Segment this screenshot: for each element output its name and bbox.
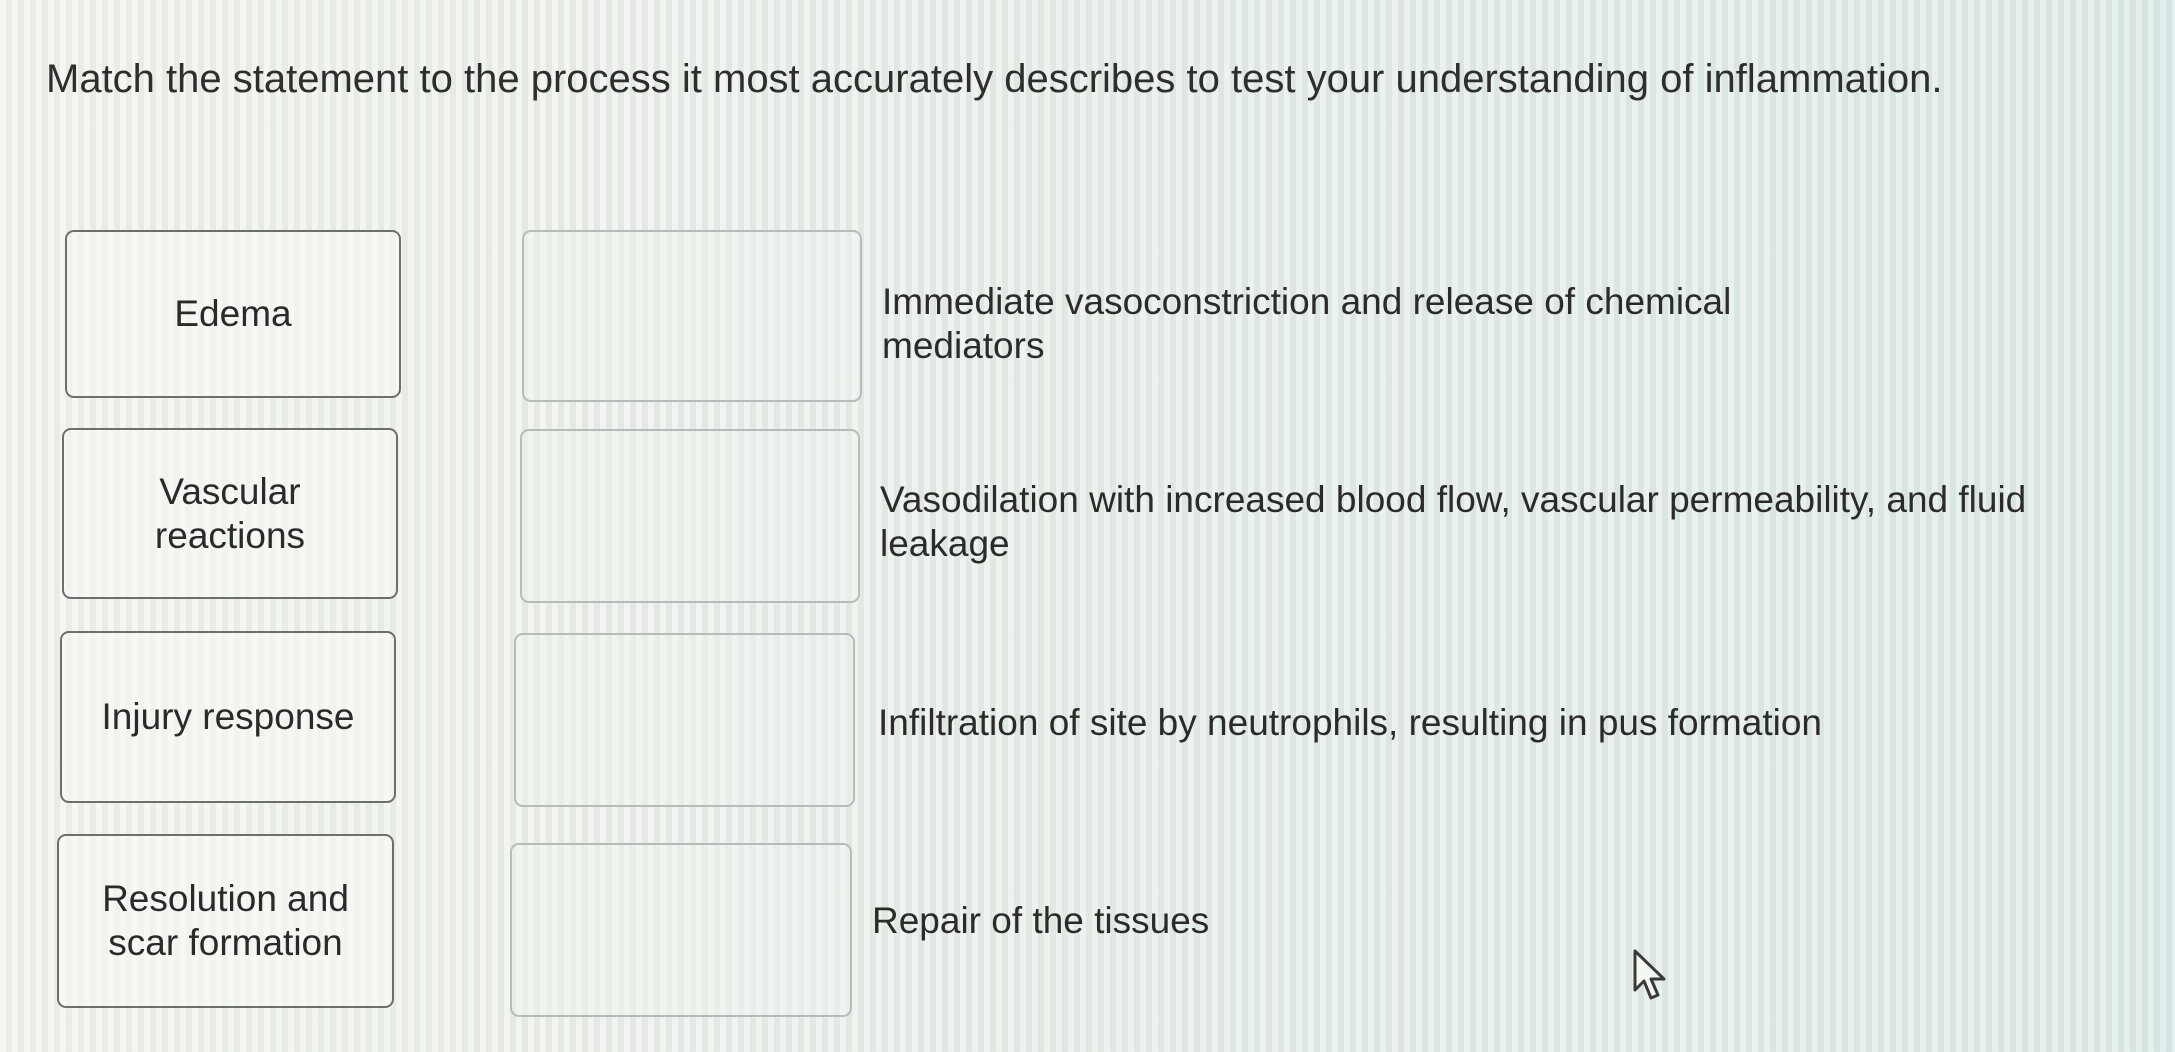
term-card-resolution-and-scar-formation[interactable]: Resolution and scar formation bbox=[57, 834, 394, 1008]
question-prompt: Match the statement to the process it mo… bbox=[46, 57, 1943, 101]
statement-4: Repair of the tissues bbox=[872, 900, 1210, 941]
term-card-edema[interactable]: Edema bbox=[65, 230, 401, 398]
drop-slot-1[interactable] bbox=[522, 230, 862, 402]
statement-3: Infiltration of site by neutrophils, res… bbox=[878, 702, 1822, 743]
mouse-pointer-icon bbox=[1633, 949, 1666, 1000]
term-card-injury-response[interactable]: Injury response bbox=[60, 631, 396, 803]
statement-1: Immediate vasoconstriction and release o… bbox=[882, 281, 1732, 366]
drop-slot-2[interactable] bbox=[520, 429, 860, 603]
statement-2: Vasodilation with increased blood flow, … bbox=[880, 479, 2027, 564]
drop-slot-3[interactable] bbox=[514, 633, 855, 807]
term-card-vascular-reactions[interactable]: Vascular reactions bbox=[62, 428, 398, 599]
drop-slot-4[interactable] bbox=[510, 843, 852, 1017]
